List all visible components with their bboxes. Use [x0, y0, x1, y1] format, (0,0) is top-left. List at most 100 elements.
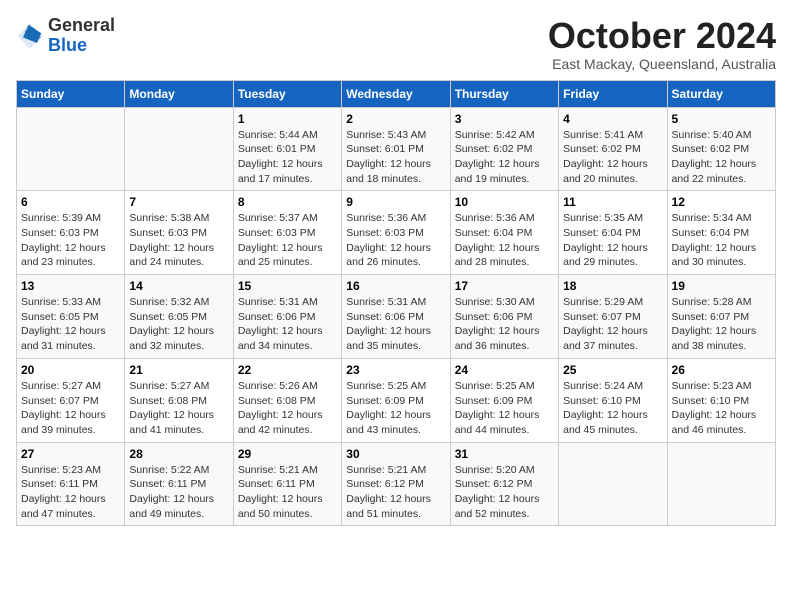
day-number: 30 [346, 447, 445, 461]
calendar-cell: 24 Sunrise: 5:25 AM Sunset: 6:09 PM Dayli… [450, 358, 558, 442]
cell-content: Sunrise: 5:24 AM Sunset: 6:10 PM Dayligh… [563, 379, 662, 438]
day-header-saturday: Saturday [667, 80, 775, 107]
day-number: 22 [238, 363, 337, 377]
cell-content: Sunrise: 5:37 AM Sunset: 6:03 PM Dayligh… [238, 211, 337, 270]
cell-content: Sunrise: 5:25 AM Sunset: 6:09 PM Dayligh… [455, 379, 554, 438]
day-number: 11 [563, 195, 662, 209]
calendar-header-row: SundayMondayTuesdayWednesdayThursdayFrid… [17, 80, 776, 107]
calendar-cell: 9Sunrise: 5:36 AM Sunset: 6:03 PM Daylig… [342, 191, 450, 275]
day-number: 25 [563, 363, 662, 377]
calendar-cell [125, 107, 233, 191]
day-number: 31 [455, 447, 554, 461]
day-number: 18 [563, 279, 662, 293]
cell-content: Sunrise: 5:31 AM Sunset: 6:06 PM Dayligh… [238, 295, 337, 354]
calendar-cell: 6 Sunrise: 5:39 AM Sunset: 6:03 PM Daylig… [17, 191, 125, 275]
month-title: October 2024 [548, 16, 776, 56]
calendar-cell [667, 442, 775, 526]
cell-content: Sunrise: 5:40 AM Sunset: 6:02 PM Dayligh… [672, 128, 771, 187]
calendar-cell: 2 Sunrise: 5:43 AM Sunset: 6:01 PM Daylig… [342, 107, 450, 191]
day-number: 3 [455, 112, 554, 126]
calendar-cell: 4 Sunrise: 5:41 AM Sunset: 6:02 PM Daylig… [559, 107, 667, 191]
cell-content: Sunrise: 5:42 AM Sunset: 6:02 PM Dayligh… [455, 128, 554, 187]
cell-content: Sunrise: 5:26 AM Sunset: 6:08 PM Dayligh… [238, 379, 337, 438]
day-number: 23 [346, 363, 445, 377]
day-number: 7 [129, 195, 228, 209]
cell-content: Sunrise: 5:22 AM Sunset: 6:11 PM Dayligh… [129, 463, 228, 522]
day-number: 20 [21, 363, 120, 377]
calendar-cell: 31Sunrise: 5:20 AM Sunset: 6:12 PM Dayli… [450, 442, 558, 526]
calendar-cell: 13Sunrise: 5:33 AM Sunset: 6:05 PM Dayli… [17, 275, 125, 359]
cell-content: Sunrise: 5:25 AM Sunset: 6:09 PM Dayligh… [346, 379, 445, 438]
calendar-cell: 11 Sunrise: 5:35 AM Sunset: 6:04 PM Dayli… [559, 191, 667, 275]
calendar-cell: 27 Sunrise: 5:23 AM Sunset: 6:11 PM Dayli… [17, 442, 125, 526]
day-number: 21 [129, 363, 228, 377]
calendar-cell: 22 Sunrise: 5:26 AM Sunset: 6:08 PM Dayli… [233, 358, 341, 442]
calendar-cell: 17 Sunrise: 5:30 AM Sunset: 6:06 PM Dayli… [450, 275, 558, 359]
day-number: 29 [238, 447, 337, 461]
calendar-cell [17, 107, 125, 191]
calendar-cell: 12Sunrise: 5:34 AM Sunset: 6:04 PM Dayli… [667, 191, 775, 275]
logo-text: General Blue [48, 16, 115, 56]
day-number: 5 [672, 112, 771, 126]
cell-content: Sunrise: 5:43 AM Sunset: 6:01 PM Dayligh… [346, 128, 445, 187]
day-number: 17 [455, 279, 554, 293]
logo: General Blue [16, 16, 115, 56]
cell-content: Sunrise: 5:21 AM Sunset: 6:12 PM Dayligh… [346, 463, 445, 522]
day-number: 27 [21, 447, 120, 461]
calendar-cell: 7 Sunrise: 5:38 AM Sunset: 6:03 PM Daylig… [125, 191, 233, 275]
cell-content: Sunrise: 5:27 AM Sunset: 6:08 PM Dayligh… [129, 379, 228, 438]
day-header-monday: Monday [125, 80, 233, 107]
calendar-table: SundayMondayTuesdayWednesdayThursdayFrid… [16, 80, 776, 527]
calendar-cell: 29 Sunrise: 5:21 AM Sunset: 6:11 PM Dayli… [233, 442, 341, 526]
cell-content: Sunrise: 5:28 AM Sunset: 6:07 PM Dayligh… [672, 295, 771, 354]
calendar-cell: 3 Sunrise: 5:42 AM Sunset: 6:02 PM Daylig… [450, 107, 558, 191]
calendar-week-row: 1Sunrise: 5:44 AM Sunset: 6:01 PM Daylig… [17, 107, 776, 191]
calendar-cell: 21 Sunrise: 5:27 AM Sunset: 6:08 PM Dayli… [125, 358, 233, 442]
day-header-sunday: Sunday [17, 80, 125, 107]
day-header-thursday: Thursday [450, 80, 558, 107]
calendar-cell: 15Sunrise: 5:31 AM Sunset: 6:06 PM Dayli… [233, 275, 341, 359]
cell-content: Sunrise: 5:36 AM Sunset: 6:04 PM Dayligh… [455, 211, 554, 270]
day-number: 24 [455, 363, 554, 377]
calendar-cell: 23 Sunrise: 5:25 AM Sunset: 6:09 PM Dayli… [342, 358, 450, 442]
calendar-week-row: 27 Sunrise: 5:23 AM Sunset: 6:11 PM Dayli… [17, 442, 776, 526]
cell-content: Sunrise: 5:23 AM Sunset: 6:10 PM Dayligh… [672, 379, 771, 438]
cell-content: Sunrise: 5:41 AM Sunset: 6:02 PM Dayligh… [563, 128, 662, 187]
day-number: 28 [129, 447, 228, 461]
day-number: 16 [346, 279, 445, 293]
calendar-cell: 30 Sunrise: 5:21 AM Sunset: 6:12 PM Dayli… [342, 442, 450, 526]
day-number: 6 [21, 195, 120, 209]
cell-content: Sunrise: 5:39 AM Sunset: 6:03 PM Dayligh… [21, 211, 120, 270]
cell-content: Sunrise: 5:21 AM Sunset: 6:11 PM Dayligh… [238, 463, 337, 522]
day-number: 2 [346, 112, 445, 126]
cell-content: Sunrise: 5:27 AM Sunset: 6:07 PM Dayligh… [21, 379, 120, 438]
calendar-cell: 25 Sunrise: 5:24 AM Sunset: 6:10 PM Dayli… [559, 358, 667, 442]
cell-content: Sunrise: 5:36 AM Sunset: 6:03 PM Dayligh… [346, 211, 445, 270]
cell-content: Sunrise: 5:30 AM Sunset: 6:06 PM Dayligh… [455, 295, 554, 354]
calendar-cell: 14Sunrise: 5:32 AM Sunset: 6:05 PM Dayli… [125, 275, 233, 359]
day-header-wednesday: Wednesday [342, 80, 450, 107]
location-subtitle: East Mackay, Queensland, Australia [548, 56, 776, 72]
page-header: General Blue October 2024 East Mackay, Q… [16, 16, 776, 72]
cell-content: Sunrise: 5:31 AM Sunset: 6:06 PM Dayligh… [346, 295, 445, 354]
day-number: 4 [563, 112, 662, 126]
day-number: 13 [21, 279, 120, 293]
cell-content: Sunrise: 5:29 AM Sunset: 6:07 PM Dayligh… [563, 295, 662, 354]
cell-content: Sunrise: 5:23 AM Sunset: 6:11 PM Dayligh… [21, 463, 120, 522]
cell-content: Sunrise: 5:35 AM Sunset: 6:04 PM Dayligh… [563, 211, 662, 270]
calendar-cell: 19Sunrise: 5:28 AM Sunset: 6:07 PM Dayli… [667, 275, 775, 359]
calendar-cell: 5 Sunrise: 5:40 AM Sunset: 6:02 PM Daylig… [667, 107, 775, 191]
cell-content: Sunrise: 5:34 AM Sunset: 6:04 PM Dayligh… [672, 211, 771, 270]
cell-content: Sunrise: 5:32 AM Sunset: 6:05 PM Dayligh… [129, 295, 228, 354]
title-area: October 2024 East Mackay, Queensland, Au… [548, 16, 776, 72]
calendar-cell: 1Sunrise: 5:44 AM Sunset: 6:01 PM Daylig… [233, 107, 341, 191]
cell-content: Sunrise: 5:44 AM Sunset: 6:01 PM Dayligh… [238, 128, 337, 187]
day-number: 10 [455, 195, 554, 209]
cell-content: Sunrise: 5:38 AM Sunset: 6:03 PM Dayligh… [129, 211, 228, 270]
day-number: 8 [238, 195, 337, 209]
calendar-cell: 16 Sunrise: 5:31 AM Sunset: 6:06 PM Dayli… [342, 275, 450, 359]
calendar-week-row: 13Sunrise: 5:33 AM Sunset: 6:05 PM Dayli… [17, 275, 776, 359]
calendar-week-row: 20 Sunrise: 5:27 AM Sunset: 6:07 PM Dayli… [17, 358, 776, 442]
calendar-cell: 26Sunrise: 5:23 AM Sunset: 6:10 PM Dayli… [667, 358, 775, 442]
calendar-cell [559, 442, 667, 526]
